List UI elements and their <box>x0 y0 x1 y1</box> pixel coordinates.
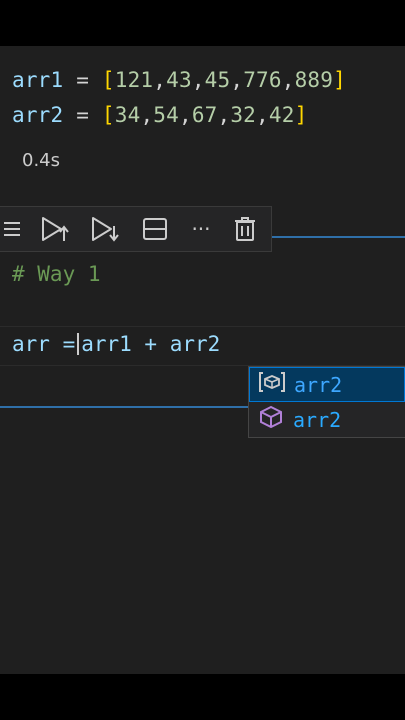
assign-operator: = <box>63 103 102 127</box>
var-arr1: arr1 <box>12 68 64 92</box>
active-cell-border <box>272 236 405 238</box>
array-value: 67 <box>191 103 218 127</box>
run-below-icon[interactable] <box>80 206 130 252</box>
open-bracket: [ <box>101 68 115 92</box>
suggestion-label: arr2 <box>293 407 342 432</box>
suggestion-label: arr2 <box>294 372 343 397</box>
close-bracket: ] <box>294 103 308 127</box>
open-bracket: [ <box>101 103 115 127</box>
list-icon[interactable] <box>0 206 30 252</box>
array-value: 54 <box>153 103 179 127</box>
delete-icon[interactable] <box>222 206 268 252</box>
array-value: 121 <box>114 68 154 92</box>
expression-right: arr1 + arr2 <box>81 332 221 356</box>
variable-icon <box>258 371 286 398</box>
autocomplete-widget: arr2 arr2 <box>248 366 405 438</box>
editor-screen: arr1 = [121,43,45,776,889] arr2 = [34,54… <box>0 46 405 674</box>
array-value: 32 <box>230 103 257 127</box>
run-above-icon[interactable] <box>30 206 80 252</box>
text-cursor <box>77 333 80 355</box>
array-value: 889 <box>294 68 334 92</box>
suggestion-item-selected[interactable]: arr2 <box>249 367 405 402</box>
array-value: 42 <box>268 103 295 127</box>
array-value: 34 <box>114 103 141 127</box>
array-value: 45 <box>204 68 231 92</box>
close-bracket: ] <box>333 68 346 92</box>
more-icon[interactable]: ··· <box>180 206 222 252</box>
split-cell-icon[interactable] <box>130 206 180 252</box>
suggestion-item[interactable]: arr2 <box>249 402 405 437</box>
array-value: 776 <box>243 68 282 92</box>
execution-time: 0.4s <box>22 150 61 171</box>
var-arr2: arr2 <box>12 103 64 127</box>
code-cell-1[interactable]: arr1 = [121,43,45,776,889] arr2 = [34,54… <box>0 46 405 180</box>
code-line-arr1: arr1 = [121,43,45,776,889] <box>12 68 346 92</box>
code-line-arr[interactable]: arr = arr1 + arr2 <box>12 332 220 356</box>
expression-left: arr = <box>12 332 76 356</box>
code-comment: # Way 1 <box>12 262 101 286</box>
array-value: 43 <box>166 68 192 92</box>
code-line-arr2: arr2 = [34,54,67,32,42] <box>12 103 308 127</box>
cell-toolbar: ··· <box>0 206 272 252</box>
assign-operator: = <box>63 68 102 92</box>
cube-icon <box>257 405 285 434</box>
